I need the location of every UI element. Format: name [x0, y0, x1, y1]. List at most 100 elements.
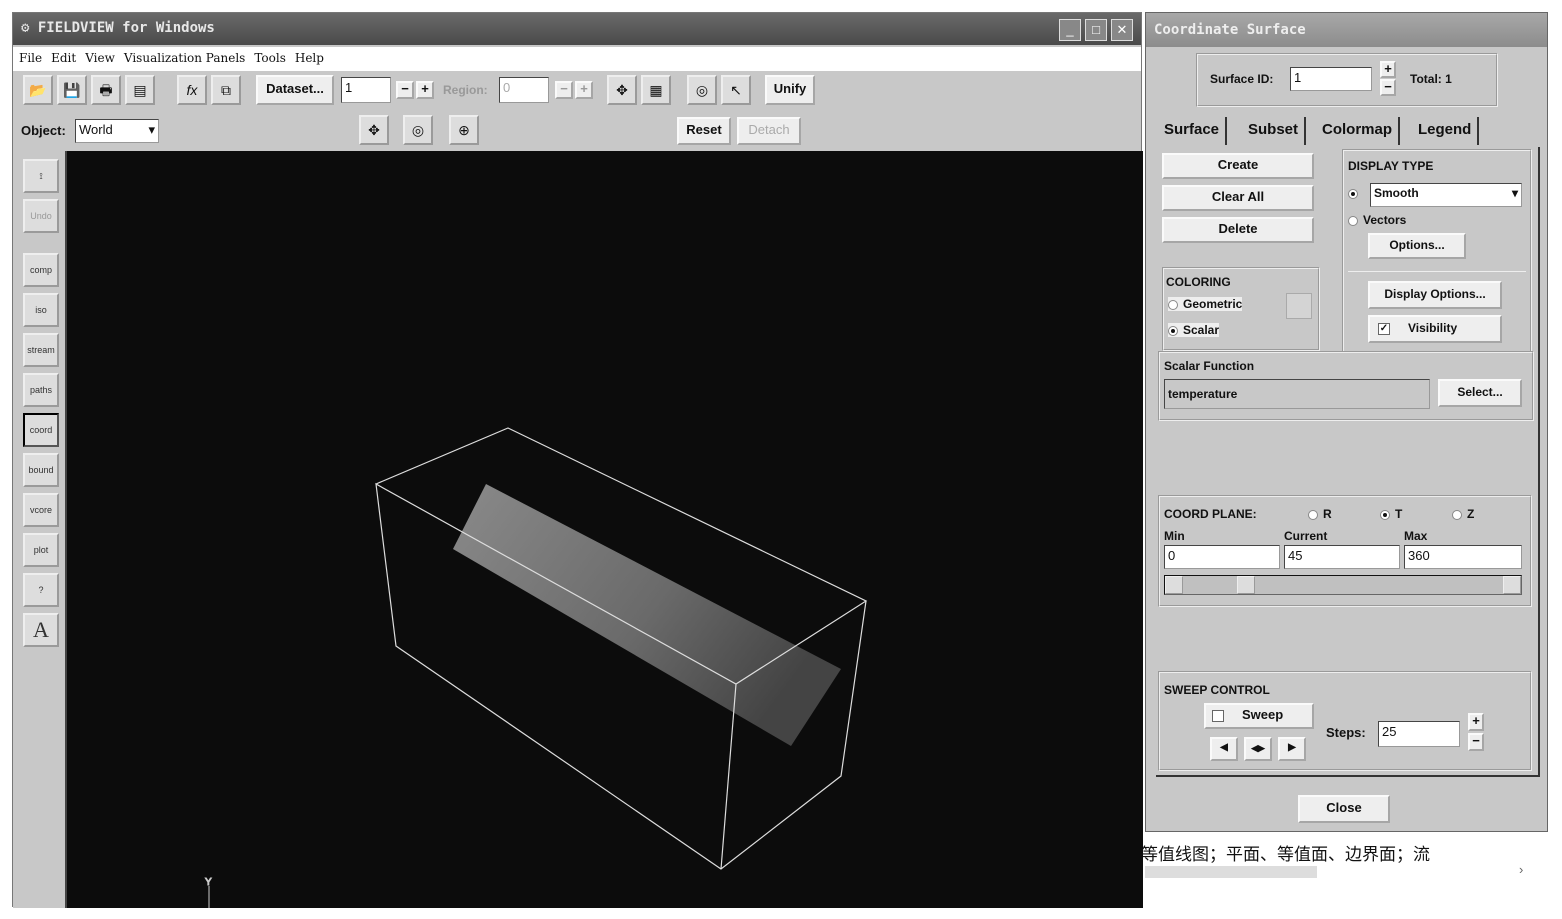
surface-id-input[interactable]: 1 [1290, 67, 1372, 91]
document-icon[interactable]: ▤ [125, 75, 155, 105]
select-button[interactable]: Select... [1438, 379, 1522, 407]
tab-subset[interactable]: Subset [1242, 117, 1307, 145]
save-icon[interactable]: 💾 [57, 75, 87, 105]
sweep-forward-button[interactable]: ▶ [1278, 737, 1306, 761]
geometric-radio[interactable]: Geometric [1168, 297, 1243, 311]
open-folder-icon[interactable]: 📂 [23, 75, 53, 105]
selection-tool-icon[interactable]: ⟟ [23, 159, 59, 193]
display-type-radio[interactable] [1348, 185, 1363, 200]
dataset-input[interactable]: 1 [341, 77, 391, 103]
detach-button[interactable]: Detach [737, 117, 801, 145]
iso-surface-icon[interactable]: iso [23, 293, 59, 327]
scroll-right-icon[interactable]: › [1519, 862, 1537, 880]
delete-button[interactable]: Delete [1162, 217, 1314, 243]
min-input[interactable]: 0 [1164, 545, 1280, 569]
create-button[interactable]: Create [1162, 153, 1314, 179]
plane-r-radio[interactable]: R [1308, 507, 1332, 521]
steps-minus-button[interactable]: − [1468, 733, 1484, 751]
sweep-backward-button[interactable]: ◀ [1210, 737, 1238, 761]
center-view-icon[interactable]: ✥ [607, 75, 637, 105]
scalar-radio[interactable]: Scalar [1168, 323, 1220, 337]
coord-slider[interactable] [1164, 575, 1522, 595]
horizontal-scrollbar-thumb[interactable] [1145, 866, 1317, 878]
menu-bar: File Edit View Visualization Panels Tools Hel… [13, 47, 1141, 71]
translate-icon[interactable]: ✥ [359, 115, 389, 145]
visibility-toggle[interactable]: ✓ Visibility [1368, 315, 1502, 343]
main-toolbar: 📂 💾 🖶 ▤ fx ⧉ Dataset... 1 − + Region: 0 … [13, 71, 833, 111]
app-icon: ⚙ [21, 20, 38, 36]
sweep-checkbox[interactable] [1212, 709, 1224, 722]
axis-triad-icon: Y [205, 877, 213, 908]
divider [1348, 271, 1526, 272]
menu-visualization-panels[interactable]: Visualization Panels [124, 51, 245, 65]
vortex-core-icon[interactable]: vcore [23, 493, 59, 527]
sweep-toggle[interactable]: Sweep [1204, 703, 1314, 729]
region-input[interactable]: 0 [499, 77, 549, 103]
copy-icon[interactable]: ⧉ [211, 75, 241, 105]
surface-id-plus-button[interactable]: + [1380, 61, 1396, 78]
undo-button[interactable]: Undo [23, 199, 59, 233]
query-icon[interactable]: ? [23, 573, 59, 607]
rotate-sphere-icon[interactable]: ◎ [403, 115, 433, 145]
close-window-button[interactable]: ✕ [1111, 19, 1133, 41]
object-label: Object: [21, 123, 66, 138]
3d-viewport[interactable]: Y [67, 151, 1143, 908]
region-minus-button[interactable]: − [555, 81, 573, 99]
print-icon[interactable]: 🖶 [91, 75, 121, 105]
plane-z-radio[interactable]: Z [1452, 507, 1474, 521]
clear-all-button[interactable]: Clear All [1162, 185, 1314, 211]
display-type-select[interactable]: Smooth ▾ [1370, 183, 1522, 207]
dataset-button[interactable]: Dataset... [256, 75, 334, 105]
scalar-function-field[interactable]: temperature [1164, 379, 1430, 409]
annotation-text-icon[interactable]: A [23, 613, 59, 647]
close-button[interactable]: Close [1298, 795, 1390, 823]
geometric-color-swatch[interactable] [1286, 293, 1312, 319]
object-value: World [79, 122, 113, 137]
menu-tools[interactable]: Tools [254, 51, 286, 65]
tab-surface[interactable]: Surface [1158, 117, 1228, 145]
display-type-group: DISPLAY TYPE Smooth ▾ Vectors Options... … [1342, 149, 1532, 353]
left-toolbar: ⟟ Undo comp iso stream paths coord bound… [13, 151, 67, 908]
grid-icon[interactable]: ▦ [641, 75, 671, 105]
unify-button[interactable]: Unify [765, 75, 815, 105]
dataset-plus-button[interactable]: + [416, 81, 434, 99]
tab-colormap[interactable]: Colormap [1316, 117, 1401, 145]
surface-id-minus-button[interactable]: − [1380, 79, 1396, 96]
dataset-minus-button[interactable]: − [396, 81, 414, 99]
probe-icon[interactable]: ↖ [721, 75, 751, 105]
boundary-surface-icon[interactable]: bound [23, 453, 59, 487]
current-input[interactable]: 45 [1284, 545, 1400, 569]
zoom-icon[interactable]: ⊕ [449, 115, 479, 145]
minimize-button[interactable]: _ [1059, 19, 1081, 41]
streamline-icon[interactable]: stream [23, 333, 59, 367]
scalar-function-label: Scalar Function [1164, 359, 1255, 373]
object-select[interactable]: World ▾ [75, 119, 159, 143]
menu-help[interactable]: Help [295, 51, 324, 65]
menu-view[interactable]: View [85, 51, 115, 65]
vectors-radio[interactable]: Vectors [1348, 213, 1406, 227]
function-icon[interactable]: fx [177, 75, 207, 105]
slider-min-handle[interactable] [1165, 576, 1183, 594]
visibility-checkbox[interactable]: ✓ [1378, 322, 1390, 335]
paths-icon[interactable]: paths [23, 373, 59, 407]
region-plus-button[interactable]: + [575, 81, 593, 99]
steps-input[interactable]: 25 [1378, 721, 1460, 747]
plot-icon[interactable]: plot [23, 533, 59, 567]
max-input[interactable]: 360 [1404, 545, 1522, 569]
sweep-bidirectional-button[interactable]: ◀▶ [1244, 737, 1272, 761]
slider-current-handle[interactable] [1237, 576, 1256, 594]
slider-max-handle[interactable] [1503, 576, 1521, 594]
reset-button[interactable]: Reset [677, 117, 731, 145]
min-label: Min [1164, 529, 1185, 543]
menu-edit[interactable]: Edit [51, 51, 76, 65]
menu-file[interactable]: File [19, 51, 42, 65]
computational-surface-icon[interactable]: comp [23, 253, 59, 287]
tab-legend[interactable]: Legend [1412, 117, 1480, 145]
display-options-button[interactable]: Display Options... [1368, 281, 1502, 309]
options-button[interactable]: Options... [1368, 233, 1466, 259]
rotate-icon[interactable]: ◎ [687, 75, 717, 105]
coordinate-surface-icon[interactable]: coord [23, 413, 59, 447]
maximize-button[interactable]: □ [1085, 19, 1107, 41]
steps-plus-button[interactable]: + [1468, 713, 1484, 731]
plane-t-radio[interactable]: T [1380, 507, 1402, 521]
